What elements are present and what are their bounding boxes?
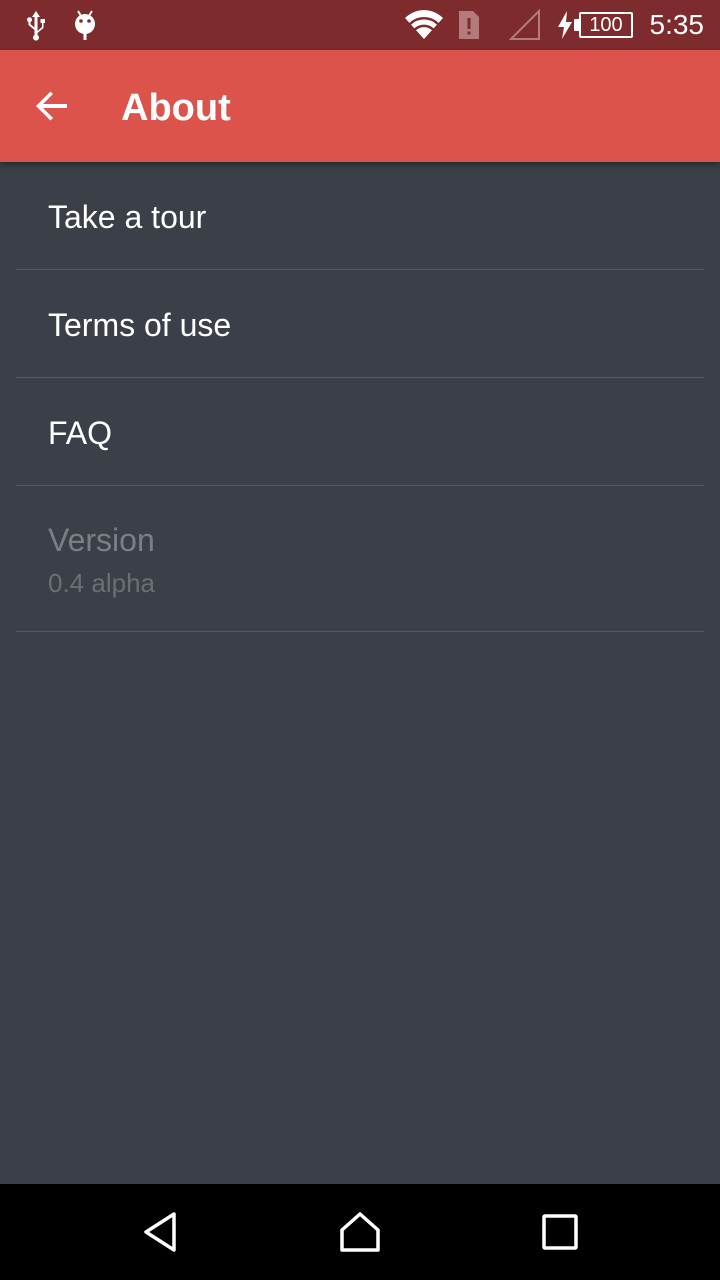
sim-alert-icon <box>455 0 483 50</box>
app-bar: About <box>0 50 720 162</box>
usb-icon <box>22 0 50 50</box>
screen: 100 5:35 About Take a tour Terms of use … <box>0 0 720 1280</box>
back-icon <box>144 1212 176 1252</box>
version-value: 0.4 alpha <box>48 568 155 598</box>
list-item-label: Terms of use <box>48 307 232 343</box>
about-list: Take a tour Terms of use FAQ Version 0.4… <box>0 162 720 632</box>
list-item-label: Take a tour <box>48 199 207 235</box>
page-title: About <box>121 87 231 129</box>
wifi-icon <box>402 0 446 50</box>
android-debug-icon <box>70 0 100 50</box>
nav-recents-button[interactable] <box>500 1184 620 1280</box>
nav-home-button[interactable] <box>300 1184 420 1280</box>
navigation-bar <box>0 1184 720 1280</box>
status-time: 5:35 <box>649 9 705 40</box>
recents-icon <box>542 1214 578 1250</box>
charging-icon <box>554 0 576 50</box>
signal-icon <box>508 0 542 50</box>
list-item-label: FAQ <box>48 415 113 451</box>
list-item-version: Version 0.4 alpha <box>16 486 704 632</box>
arrow-back-icon <box>36 91 67 121</box>
battery-icon: 100 <box>579 12 633 38</box>
home-icon <box>340 1212 380 1252</box>
back-button[interactable] <box>24 78 80 134</box>
status-bar: 100 5:35 <box>0 0 720 50</box>
list-item-terms-of-use[interactable]: Terms of use <box>16 270 704 378</box>
list-item-faq[interactable]: FAQ <box>16 378 704 486</box>
nav-back-button[interactable] <box>100 1184 220 1280</box>
version-title: Version <box>48 522 155 558</box>
list-item-take-a-tour[interactable]: Take a tour <box>16 162 704 270</box>
